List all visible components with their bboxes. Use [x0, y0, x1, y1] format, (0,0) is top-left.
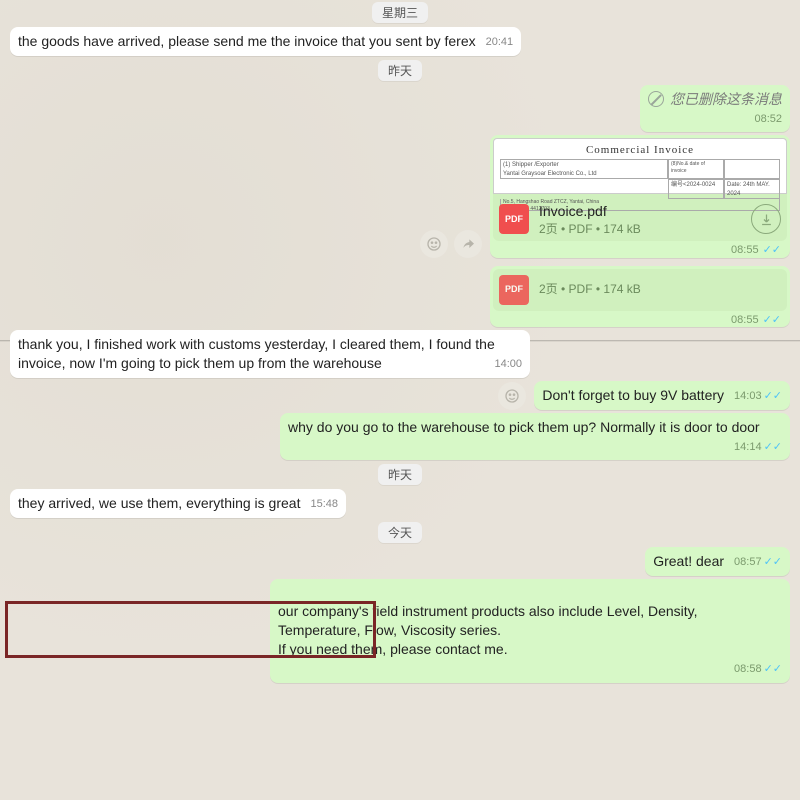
- message-time: 15:48: [310, 497, 338, 512]
- message-time: 14:03: [734, 389, 762, 404]
- date-separator-yesterday: 昨天: [10, 60, 790, 81]
- preview-no-value: 编号<2024-0024: [668, 179, 724, 199]
- message-time: 20:41: [486, 35, 514, 50]
- date-label: 星期三: [372, 2, 428, 23]
- message-outgoing-attachment[interactable]: Commercial Invoice (1) Shipper /Exporter…: [10, 135, 790, 258]
- pdf-icon: PDF: [499, 204, 529, 234]
- message-outgoing-deleted[interactable]: 您已删除这条消息 08:52: [10, 85, 790, 132]
- deleted-icon: [648, 91, 664, 107]
- read-ticks-icon: ✓✓: [764, 555, 782, 570]
- read-ticks-icon: ✓✓: [764, 662, 782, 677]
- pdf-icon: PDF: [499, 275, 529, 305]
- message-incoming-highlighted[interactable]: they arrived, we use them, everything is…: [10, 489, 790, 518]
- pdf-preview-title: Commercial Invoice: [586, 143, 694, 158]
- read-ticks-icon: ✓✓: [764, 389, 782, 404]
- message-outgoing[interactable]: why do you go to the warehouse to pick t…: [10, 413, 790, 460]
- message-time: 14:00: [494, 357, 522, 372]
- smile-reaction-icon[interactable]: [498, 382, 526, 410]
- message-incoming[interactable]: the goods have arrived, please send me t…: [10, 27, 790, 56]
- message-outgoing[interactable]: our company's field instrument products …: [10, 579, 790, 683]
- pdf-preview-thumbnail: Commercial Invoice (1) Shipper /Exporter…: [493, 138, 787, 194]
- forward-icon[interactable]: [454, 230, 482, 258]
- message-incoming[interactable]: thank you, I finished work with customs …: [10, 330, 790, 378]
- date-label: 昨天: [378, 464, 422, 485]
- date-separator-yesterday: 昨天: [10, 464, 790, 485]
- message-text: they arrived, we use them, everything is…: [18, 495, 300, 511]
- message-text: thank you, I finished work with customs …: [18, 336, 495, 371]
- date-label: 今天: [378, 522, 422, 543]
- preview-shipper: (1) Shipper /Exporter Yantai Graysoar El…: [500, 159, 668, 179]
- date-separator-today: 今天: [10, 522, 790, 543]
- message-outgoing-attachment-duplicate[interactable]: PDF 2页 • PDF • 174 kB 08:55 ✓✓: [10, 266, 790, 328]
- message-text: the goods have arrived, please send me t…: [18, 33, 476, 49]
- read-ticks-icon: ✓✓: [763, 243, 781, 258]
- read-ticks-icon: ✓✓: [763, 313, 781, 328]
- message-outgoing[interactable]: Don't forget to buy 9V battery 14:03 ✓✓: [10, 381, 790, 410]
- reaction-panel[interactable]: [498, 382, 526, 410]
- smile-reaction-icon[interactable]: [420, 230, 448, 258]
- message-time: 08:55: [731, 313, 759, 328]
- message-text: Great! dear: [653, 553, 724, 569]
- date-separator-wednesday: 星期三: [10, 2, 790, 23]
- date-label: 昨天: [378, 60, 422, 81]
- message-time: 08:52: [754, 112, 782, 127]
- message-time: 14:14: [734, 440, 762, 455]
- attachment-meta: 2页 • PDF • 174 kB: [539, 281, 781, 297]
- message-time: 08:55: [731, 243, 759, 258]
- attachment-filename: Invoice.pdf: [539, 202, 741, 221]
- reaction-panel[interactable]: [420, 230, 482, 258]
- attachment-meta: 2页 • PDF • 174 kB: [539, 221, 741, 237]
- deleted-text: 您已删除这条消息: [670, 90, 782, 109]
- message-outgoing[interactable]: Great! dear 08:57 ✓✓: [10, 547, 790, 576]
- preview-date: Date: 24th MAY. 2024: [724, 179, 780, 199]
- message-time: 08:58: [734, 662, 762, 677]
- chat-scroll-area[interactable]: 星期三 the goods have arrived, please send …: [0, 0, 800, 800]
- read-ticks-icon: ✓✓: [764, 440, 782, 455]
- message-text: our company's field instrument products …: [278, 603, 698, 657]
- message-text: why do you go to the warehouse to pick t…: [288, 419, 760, 435]
- message-text: Don't forget to buy 9V battery: [542, 387, 724, 403]
- message-time: 08:57: [734, 555, 762, 570]
- preview-no-label: (8)No.& date of invoice: [668, 159, 724, 179]
- download-button[interactable]: [751, 204, 781, 234]
- preview-blank: [724, 159, 780, 179]
